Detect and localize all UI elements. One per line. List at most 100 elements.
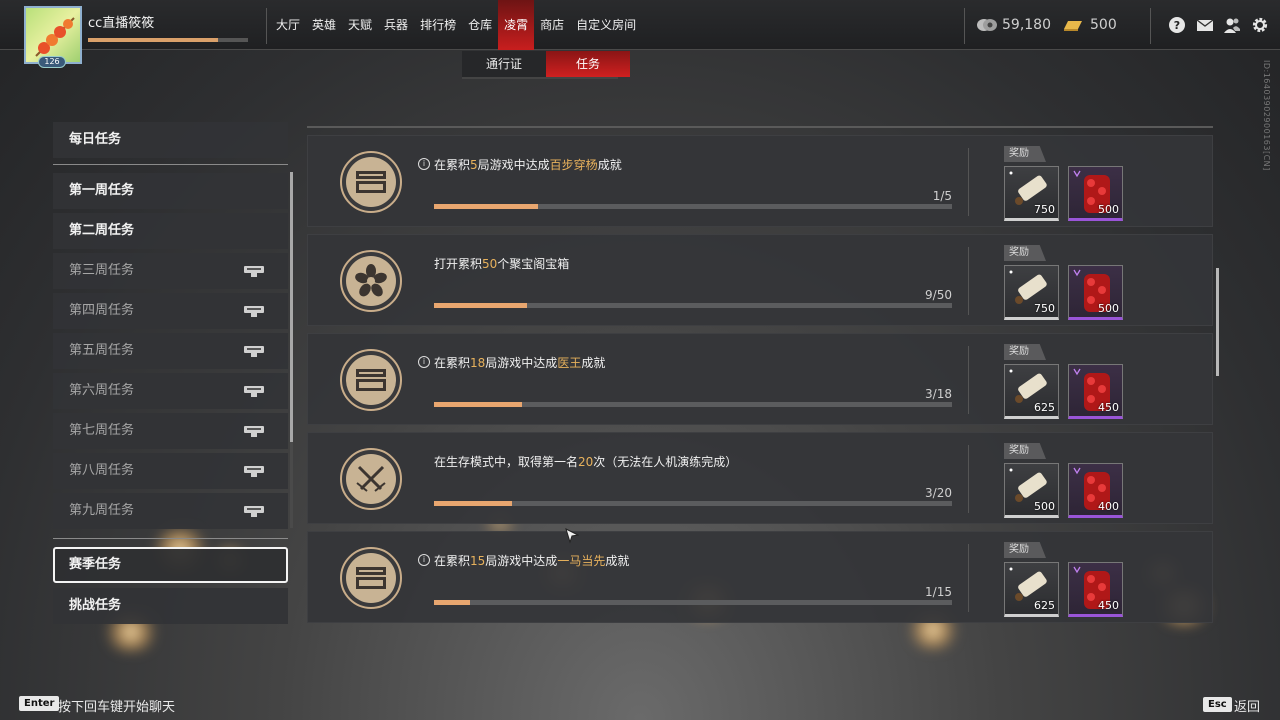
menu-item-label: 第六周任务 (69, 383, 135, 398)
menu-item-week-8[interactable]: 第八周任务 (53, 453, 288, 489)
divider (968, 346, 969, 414)
menu-item-season[interactable]: 赛季任务 (53, 547, 288, 583)
nav-heroes[interactable]: 英雄 (306, 0, 342, 50)
menu-item-label: 第二周任务 (69, 223, 135, 238)
reward-item-scroll[interactable]: 500 (1004, 463, 1059, 518)
reward-item-scroll[interactable]: 625 (1004, 364, 1059, 419)
nav-lingxiao[interactable]: 凌霄 (498, 0, 535, 50)
exp-bar (88, 38, 248, 42)
nav-leaderboard[interactable]: 排行榜 (414, 0, 462, 50)
locked-icon (244, 386, 264, 397)
mail-icon[interactable] (1196, 16, 1214, 34)
reward-count: 625 (1034, 599, 1055, 612)
task-list-scrollbar[interactable] (1216, 268, 1219, 376)
divider (968, 445, 969, 513)
menu-item-label: 每日任务 (69, 132, 122, 147)
menu-item-week-2[interactable]: 第二周任务 (53, 213, 288, 249)
info-icon[interactable]: i (418, 356, 430, 368)
menu-item-label: 第九周任务 (69, 503, 135, 518)
menu-item-week-9[interactable]: 第九周任务 (53, 493, 288, 529)
reward-label: 奖励 (1004, 443, 1046, 459)
task-description: 在生存模式中，取得第一名20次（无法在人机演练完成） (434, 455, 738, 469)
task-badge (340, 250, 402, 312)
chat-hint: 按下回车键开始聊天 (58, 700, 176, 715)
task-progress-count: 1/15 (925, 585, 952, 599)
reward-item-gem[interactable]: 500 (1068, 166, 1123, 221)
reward-item-scroll[interactable]: 625 (1004, 562, 1059, 617)
top-bar: 126 cc直播筱筱 大厅 英雄 天赋 兵器 排行榜 仓库 凌霄 商店 自定义房… (0, 0, 1280, 68)
reward-count: 750 (1034, 302, 1055, 315)
divider (53, 164, 288, 165)
menu-item-week-5[interactable]: 第五周任务 (53, 333, 288, 369)
chest-icon (356, 369, 386, 391)
help-icon[interactable]: ? (1168, 16, 1186, 34)
nav-warehouse[interactable]: 仓库 (462, 0, 498, 50)
menu-item-week-6[interactable]: 第六周任务 (53, 373, 288, 409)
menu-item-label: 第五周任务 (69, 343, 135, 358)
reward-count: 500 (1098, 302, 1119, 315)
divider (968, 544, 969, 612)
coin-amount: 59,180 (1002, 17, 1051, 33)
settings-gear-icon[interactable] (1251, 16, 1269, 34)
reward-count: 625 (1034, 401, 1055, 414)
reward-item-scroll[interactable]: 750 (1004, 166, 1059, 221)
reward-item-scroll[interactable]: 750 (1004, 265, 1059, 320)
reward-count: 450 (1098, 599, 1119, 612)
task-progress-bar (434, 600, 952, 605)
sub-tabs: 通行证 任务 (462, 51, 630, 77)
task-badge (340, 448, 402, 510)
nav-lobby[interactable]: 大厅 (270, 0, 306, 50)
divider (462, 77, 618, 79)
nav-talents[interactable]: 天赋 (342, 0, 378, 50)
reward-item-gem[interactable]: 400 (1068, 463, 1123, 518)
menu-item-label: 第一周任务 (69, 183, 135, 198)
menu-item-label: 第四周任务 (69, 303, 135, 318)
flower-icon (355, 264, 387, 297)
task-row: 打开累积50个聚宝阁宝箱 9/50 奖励 750 500 (307, 234, 1213, 326)
player-id: ID:16403902900163[CN] (1262, 60, 1271, 171)
menu-item-label: 第三周任务 (69, 263, 135, 278)
reward-label: 奖励 (1004, 344, 1046, 360)
friends-icon[interactable] (1223, 16, 1241, 34)
chest-icon (356, 171, 386, 193)
nav-shop[interactable]: 商店 (534, 0, 570, 50)
divider (968, 148, 969, 216)
gold-ingot-icon (1064, 21, 1082, 31)
reward-item-gem[interactable]: 450 (1068, 364, 1123, 419)
info-icon[interactable]: i (418, 158, 430, 170)
menu-item-week-7[interactable]: 第七周任务 (53, 413, 288, 449)
menu-item-week-4[interactable]: 第四周任务 (53, 293, 288, 329)
reward-label: 奖励 (1004, 542, 1046, 558)
nav-weapons[interactable]: 兵器 (378, 0, 414, 50)
task-row: i 在累积5局游戏中达成百步穿杨成就 1/5 奖励 750 500 (307, 135, 1213, 227)
menu-item-week-3[interactable]: 第三周任务 (53, 253, 288, 289)
divider (1150, 8, 1151, 44)
locked-icon (244, 466, 264, 477)
task-description: 打开累积50个聚宝阁宝箱 (434, 257, 570, 271)
nav-custom-room[interactable]: 自定义房间 (570, 0, 642, 50)
task-progress-fill (434, 402, 523, 407)
info-icon[interactable]: i (418, 554, 430, 566)
divider (53, 538, 288, 539)
tab-tasks[interactable]: 任务 (546, 51, 630, 77)
mouse-cursor-icon (565, 528, 579, 544)
divider (968, 247, 969, 315)
locked-icon (244, 346, 264, 357)
task-badge (340, 349, 402, 411)
esc-key-hint: Esc (1203, 697, 1232, 712)
reward-label: 奖励 (1004, 146, 1046, 162)
reward-label: 奖励 (1004, 245, 1046, 261)
reward-item-gem[interactable]: 450 (1068, 562, 1123, 617)
chest-icon (356, 567, 386, 589)
reward-item-gem[interactable]: 500 (1068, 265, 1123, 320)
menu-item-daily[interactable]: 每日任务 (53, 122, 288, 158)
locked-icon (244, 506, 264, 517)
menu-scrollbar-thumb[interactable] (290, 172, 293, 442)
menu-item-week-1[interactable]: 第一周任务 (53, 173, 288, 209)
tab-battle-pass[interactable]: 通行证 (462, 51, 546, 77)
menu-item-challenge[interactable]: 挑战任务 (53, 588, 288, 624)
back-button[interactable]: 返回 (1234, 696, 1260, 715)
task-progress-count: 1/5 (932, 189, 952, 203)
main-nav: 大厅 英雄 天赋 兵器 排行榜 仓库 凌霄 商店 自定义房间 (270, 0, 642, 50)
level-badge: 126 (38, 56, 66, 68)
